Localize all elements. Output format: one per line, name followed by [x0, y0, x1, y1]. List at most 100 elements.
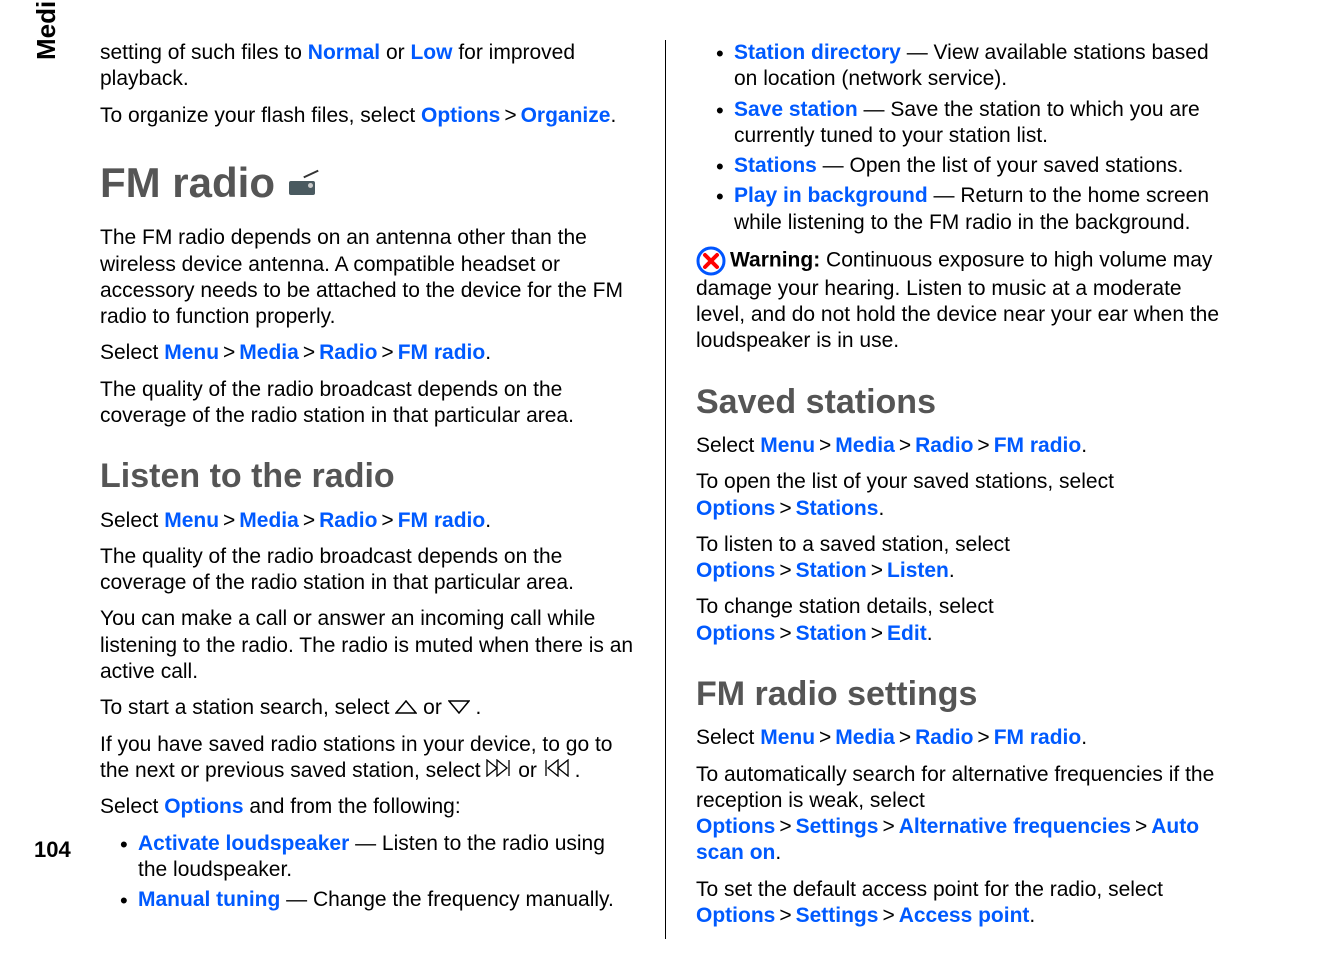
separator: >: [899, 434, 911, 457]
keyword-radio: Radio: [319, 341, 377, 364]
keyword-radio: Radio: [915, 726, 973, 749]
paragraph: You can make a call or answer an incomin…: [100, 606, 635, 685]
keyword-alt-freq: Alternative frequencies: [899, 815, 1131, 838]
keyword-options: Options: [696, 497, 775, 520]
paragraph: To set the default access point for the …: [696, 877, 1231, 930]
text: .: [485, 341, 491, 364]
text: .: [1081, 726, 1087, 749]
text: To listen to a saved station, select: [696, 533, 1010, 556]
heading-fm-radio: FM radio: [100, 157, 635, 210]
warning-icon: [696, 246, 726, 276]
separator: >: [223, 341, 235, 364]
triangle-down-icon: [448, 695, 470, 721]
keyword-activate-loudspeaker: Activate loudspeaker: [138, 832, 349, 855]
separator: >: [899, 726, 911, 749]
list-item: Manual tuning — Change the frequency man…: [120, 887, 635, 913]
column-divider: [665, 40, 666, 939]
text: Select: [696, 726, 760, 749]
paragraph: The quality of the radio broadcast depen…: [100, 377, 635, 430]
paragraph: The FM radio depends on an antenna other…: [100, 225, 635, 330]
nav-path: Select Menu>Media>Radio>FM radio.: [100, 340, 635, 366]
text: To change station details, select: [696, 595, 994, 618]
separator: >: [819, 434, 831, 457]
heading-saved-stations: Saved stations: [696, 381, 1231, 424]
keyword-normal: Normal: [308, 41, 380, 64]
keyword-settings: Settings: [796, 815, 879, 838]
list-item: Save station — Save the station to which…: [716, 97, 1231, 150]
heading-listen: Listen to the radio: [100, 455, 635, 498]
keyword-media: Media: [835, 434, 895, 457]
keyword-menu: Menu: [164, 509, 219, 532]
warning-block: Warning: Continuous exposure to high vol…: [696, 246, 1231, 355]
text: .: [949, 559, 955, 582]
keyword-fmradio: FM radio: [994, 726, 1082, 749]
separator: >: [977, 726, 989, 749]
list-item: Activate loudspeaker — Listen to the rad…: [120, 831, 635, 884]
separator: >: [779, 904, 791, 927]
separator: >: [882, 904, 894, 927]
text: .: [775, 841, 781, 864]
nav-path: Select Menu>Media>Radio>FM radio.: [696, 433, 1231, 459]
options-list: Station directory — View available stati…: [696, 40, 1231, 236]
nav-path: Select Menu>Media>Radio>FM radio.: [696, 725, 1231, 751]
separator: >: [779, 559, 791, 582]
paragraph: To organize your flash files, select Opt…: [100, 103, 635, 129]
text: — Change the frequency manually.: [280, 888, 613, 911]
separator: >: [871, 622, 883, 645]
text: To set the default access point for the …: [696, 878, 1163, 901]
list-item: Stations — Open the list of your saved s…: [716, 153, 1231, 179]
text: or: [380, 41, 410, 64]
separator: >: [1135, 815, 1147, 838]
keyword-play-background: Play in background: [734, 184, 928, 207]
keyword-options: Options: [696, 815, 775, 838]
keyword-media: Media: [239, 509, 299, 532]
text: — Open the list of your saved stations.: [817, 154, 1184, 177]
paragraph: The quality of the radio broadcast depen…: [100, 544, 635, 597]
text: To organize your flash files, select: [100, 104, 421, 127]
keyword-edit: Edit: [887, 622, 927, 645]
keyword-stations: Stations: [734, 154, 817, 177]
separator: >: [871, 559, 883, 582]
page-container: Media 104 setting of such files to Norma…: [0, 0, 1322, 979]
text: .: [485, 509, 491, 532]
keyword-options: Options: [696, 622, 775, 645]
text: To open the list of your saved stations,…: [696, 470, 1114, 493]
keyword-stations: Stations: [796, 497, 879, 520]
separator: >: [779, 622, 791, 645]
nav-path: Select Menu>Media>Radio>FM radio.: [100, 508, 635, 534]
text: Select: [100, 795, 164, 818]
keyword-save-station: Save station: [734, 98, 858, 121]
separator: >: [303, 509, 315, 532]
separator: >: [882, 815, 894, 838]
separator: >: [381, 341, 393, 364]
keyword-fmradio: FM radio: [398, 341, 486, 364]
text: .: [610, 104, 616, 127]
text: Select: [100, 341, 164, 364]
keyword-media: Media: [239, 341, 299, 364]
left-column: setting of such files to Normal or Low f…: [80, 40, 655, 939]
side-section-label: Media: [30, 0, 63, 60]
paragraph: To start a station search, select or .: [100, 695, 635, 722]
separator: >: [819, 726, 831, 749]
heading-fm-settings: FM radio settings: [696, 673, 1231, 716]
keyword-options: Options: [696, 904, 775, 927]
text: or: [423, 696, 448, 719]
keyword-options: Options: [421, 104, 500, 127]
skip-back-icon: [543, 758, 569, 784]
text: Select: [696, 434, 760, 457]
radio-icon: [289, 171, 317, 195]
keyword-station: Station: [796, 622, 867, 645]
heading-text: FM radio: [100, 157, 275, 210]
text: Select: [100, 509, 164, 532]
paragraph: To automatically search for alternative …: [696, 762, 1231, 867]
page-number: 104: [34, 836, 71, 864]
right-column: Station directory — View available stati…: [676, 40, 1251, 939]
keyword-fmradio: FM radio: [398, 509, 486, 532]
keyword-listen: Listen: [887, 559, 949, 582]
keyword-media: Media: [835, 726, 895, 749]
text: and from the following:: [244, 795, 461, 818]
keyword-organize: Organize: [521, 104, 611, 127]
keyword-fmradio: FM radio: [994, 434, 1082, 457]
separator: >: [779, 815, 791, 838]
text: To start a station search, select: [100, 696, 395, 719]
